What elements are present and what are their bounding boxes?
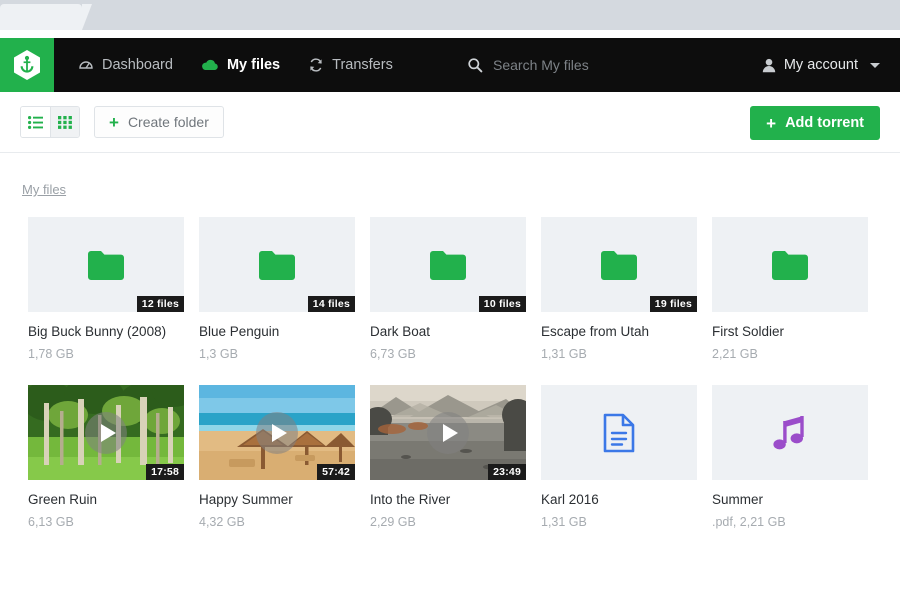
- list-view-button[interactable]: [21, 107, 50, 137]
- file-size: 2,21 GB: [712, 347, 758, 362]
- file-size: 4,32 GB: [199, 515, 245, 530]
- duration-badge: 57:42: [317, 464, 355, 481]
- file-name: Into the River: [370, 492, 451, 508]
- file-card-folder[interactable]: First Soldier 2,21 GB: [712, 217, 883, 361]
- plus-icon: +: [766, 113, 777, 133]
- list-view-icon: [28, 115, 43, 129]
- nav-link-dashboard[interactable]: Dashboard: [64, 38, 187, 92]
- file-card-video[interactable]: 23:49 Into the River 2,29 GB: [370, 385, 541, 529]
- folder-icon: [430, 250, 466, 280]
- document-icon: [603, 413, 635, 452]
- file-thumbnail: 12 files: [28, 217, 184, 312]
- top-navbar: Dashboard My files Transfers Search My f…: [0, 38, 900, 92]
- folder-icon: [601, 250, 637, 280]
- file-grid: 12 files Big Buck Bunny (2008) 1,78 GB 1…: [0, 199, 900, 529]
- add-torrent-button[interactable]: + Add torrent: [750, 106, 880, 140]
- play-icon[interactable]: [427, 411, 469, 454]
- file-size: 6,13 GB: [28, 515, 74, 530]
- nav-link-my-files[interactable]: My files: [187, 38, 294, 92]
- account-menu-label: My account: [783, 57, 858, 73]
- search-icon: [467, 57, 483, 73]
- app-logo[interactable]: [0, 38, 54, 92]
- file-card-folder[interactable]: 10 files Dark Boat 6,73 GB: [370, 217, 541, 361]
- nav-link-transfers-label: Transfers: [332, 57, 393, 73]
- file-name: Karl 2016: [541, 492, 599, 508]
- file-card-audio[interactable]: Summer .pdf, 2,21 GB: [712, 385, 883, 529]
- file-card-folder[interactable]: 12 files Big Buck Bunny (2008) 1,78 GB: [28, 217, 199, 361]
- user-icon: [762, 58, 776, 73]
- nav-link-dashboard-label: Dashboard: [102, 57, 173, 73]
- folder-icon: [772, 250, 808, 280]
- account-menu[interactable]: My account: [762, 38, 880, 92]
- file-name: Green Ruin: [28, 492, 98, 508]
- file-card-document[interactable]: Karl 2016 1,31 GB: [541, 385, 712, 529]
- toolbar: + Create folder + Add torrent: [0, 92, 900, 153]
- file-count-badge: 19 files: [649, 296, 697, 312]
- duration-badge: 17:58: [146, 464, 184, 481]
- grid-view-button[interactable]: [50, 107, 79, 137]
- file-card-video[interactable]: 57:42 Happy Summer 4,32 GB: [199, 385, 370, 529]
- add-torrent-label: Add torrent: [785, 115, 864, 131]
- file-thumbnail: 14 files: [199, 217, 355, 312]
- play-icon[interactable]: [85, 411, 127, 454]
- file-size: 2,29 GB: [370, 515, 416, 530]
- file-name: Big Buck Bunny (2008): [28, 324, 167, 339]
- view-toggle-group: [20, 106, 80, 138]
- file-size: 1,78 GB: [28, 347, 74, 362]
- folder-icon: [88, 250, 124, 280]
- file-card-folder[interactable]: 19 files Escape from Utah 1,31 GB: [541, 217, 712, 361]
- browser-tab[interactable]: [0, 4, 92, 30]
- duration-badge: 23:49: [488, 464, 526, 481]
- file-thumbnail: [541, 385, 697, 481]
- browser-toolbar-strip: [0, 30, 900, 38]
- create-folder-label: Create folder: [127, 114, 209, 130]
- folder-icon: [259, 250, 295, 280]
- music-note-icon: [773, 415, 804, 450]
- anchor-hexagon-logo-icon: [14, 50, 40, 80]
- browser-chrome: [0, 0, 900, 30]
- file-count-badge: 14 files: [307, 296, 355, 312]
- play-icon[interactable]: [256, 411, 298, 454]
- plus-icon: +: [109, 112, 119, 132]
- nav-links: Dashboard My files Transfers: [64, 38, 407, 92]
- file-count-badge: 10 files: [478, 296, 526, 312]
- file-card-video[interactable]: 17:58 Green Ruin 6,13 GB: [28, 385, 199, 529]
- file-name: Blue Penguin: [199, 324, 280, 339]
- cloud-icon: [201, 58, 219, 72]
- file-count-badge: 12 files: [136, 296, 184, 312]
- grid-view-icon: [58, 115, 72, 129]
- file-size: 1,31 GB: [541, 347, 587, 362]
- file-name: Summer: [712, 492, 764, 508]
- breadcrumb: My files: [0, 153, 900, 199]
- file-thumbnail: 19 files: [541, 217, 697, 312]
- file-thumbnail: 57:42: [199, 385, 355, 481]
- file-name: Dark Boat: [370, 324, 431, 339]
- search-input[interactable]: Search My files: [467, 38, 589, 92]
- file-name: Escape from Utah: [541, 324, 650, 339]
- dashboard-icon: [78, 57, 94, 73]
- file-name: Happy Summer: [199, 492, 293, 508]
- refresh-icon: [308, 57, 324, 73]
- file-thumbnail: [712, 385, 868, 481]
- file-thumbnail: 17:58: [28, 385, 184, 481]
- file-size: 1,31 GB: [541, 515, 587, 530]
- file-card-folder[interactable]: 14 files Blue Penguin 1,3 GB: [199, 217, 370, 361]
- file-thumbnail: 23:49: [370, 385, 526, 481]
- nav-link-transfers[interactable]: Transfers: [294, 38, 407, 92]
- file-name: First Soldier: [712, 324, 785, 339]
- chevron-down-icon: [870, 62, 880, 68]
- file-size: 1,3 GB: [199, 347, 238, 362]
- file-thumbnail: [712, 217, 868, 312]
- search-placeholder: Search My files: [493, 57, 589, 73]
- file-size: .pdf, 2,21 GB: [712, 515, 786, 530]
- nav-link-my-files-label: My files: [226, 57, 281, 73]
- create-folder-button[interactable]: + Create folder: [94, 106, 224, 138]
- file-size: 6,73 GB: [370, 347, 416, 362]
- breadcrumb-item-my-files[interactable]: My files: [22, 182, 66, 197]
- file-thumbnail: 10 files: [370, 217, 526, 312]
